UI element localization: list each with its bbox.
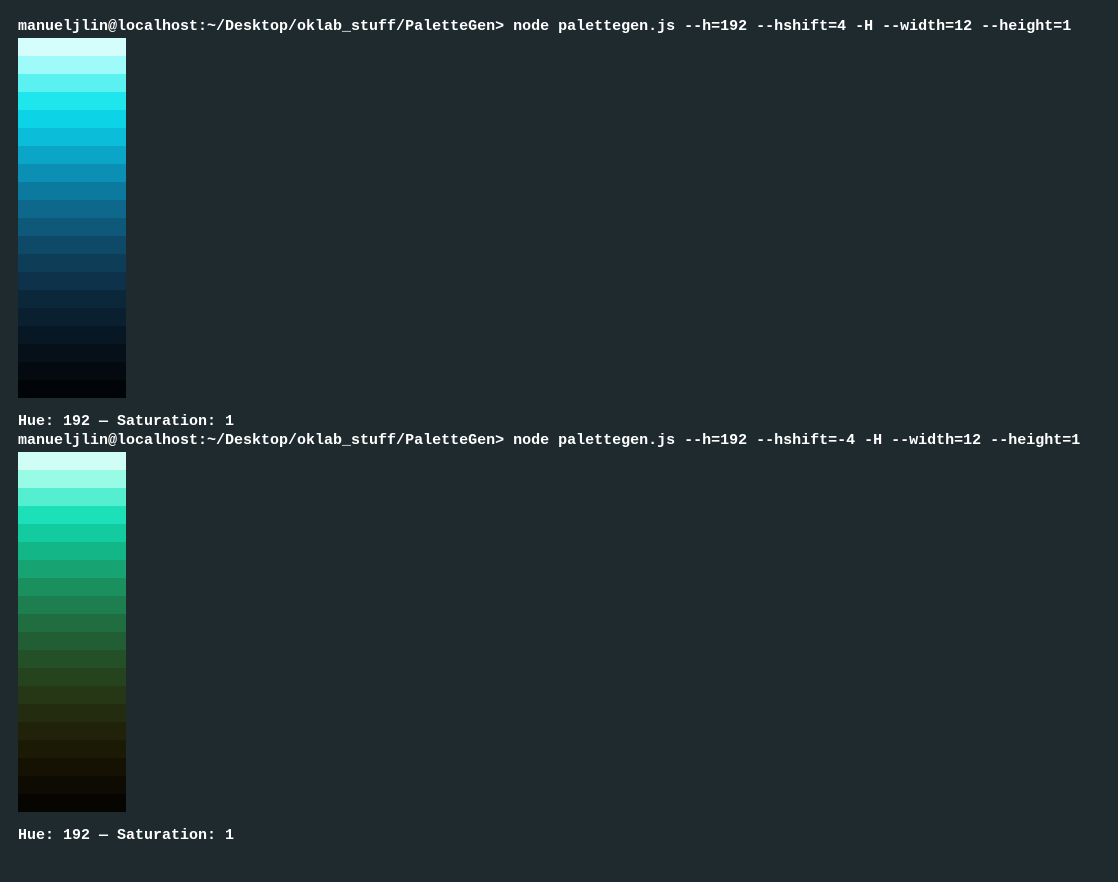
color-swatch <box>18 776 126 794</box>
command-text[interactable]: node palettegen.js --h=192 --hshift=-4 -… <box>513 432 1080 449</box>
color-swatch <box>18 254 126 272</box>
prompt-line: manueljlin@localhost:~/Desktop/oklab_stu… <box>18 432 1100 449</box>
color-swatch <box>18 380 126 398</box>
color-swatch <box>18 560 126 578</box>
color-swatch <box>18 326 126 344</box>
color-swatch <box>18 650 126 668</box>
color-swatch <box>18 92 126 110</box>
color-swatch <box>18 272 126 290</box>
color-swatch <box>18 182 126 200</box>
color-swatch <box>18 740 126 758</box>
color-swatch <box>18 74 126 92</box>
color-swatch <box>18 290 126 308</box>
color-swatch <box>18 794 126 812</box>
color-swatch <box>18 524 126 542</box>
prompt-line: manueljlin@localhost:~/Desktop/oklab_stu… <box>18 18 1100 35</box>
color-swatch <box>18 128 126 146</box>
color-swatch <box>18 38 126 56</box>
palette-info: Hue: 192 — Saturation: 1 <box>18 827 1100 844</box>
terminal-block: manueljlin@localhost:~/Desktop/oklab_stu… <box>18 18 1100 430</box>
color-swatch <box>18 308 126 326</box>
palette-info: Hue: 192 — Saturation: 1 <box>18 413 1100 430</box>
terminal-block: manueljlin@localhost:~/Desktop/oklab_stu… <box>18 432 1100 844</box>
color-swatch <box>18 614 126 632</box>
palette-output <box>18 38 126 398</box>
color-swatch <box>18 506 126 524</box>
color-swatch <box>18 488 126 506</box>
color-swatch <box>18 686 126 704</box>
color-swatch <box>18 200 126 218</box>
command-text[interactable]: node palettegen.js --h=192 --hshift=4 -H… <box>513 18 1071 35</box>
color-swatch <box>18 668 126 686</box>
shell-prompt: manueljlin@localhost:~/Desktop/oklab_stu… <box>18 432 504 449</box>
color-swatch <box>18 344 126 362</box>
color-swatch <box>18 110 126 128</box>
color-swatch <box>18 452 126 470</box>
color-swatch <box>18 542 126 560</box>
color-swatch <box>18 236 126 254</box>
color-swatch <box>18 164 126 182</box>
color-swatch <box>18 578 126 596</box>
color-swatch <box>18 722 126 740</box>
color-swatch <box>18 362 126 380</box>
color-swatch <box>18 56 126 74</box>
color-swatch <box>18 758 126 776</box>
color-swatch <box>18 218 126 236</box>
color-swatch <box>18 596 126 614</box>
color-swatch <box>18 704 126 722</box>
palette-output <box>18 452 126 812</box>
color-swatch <box>18 146 126 164</box>
shell-prompt: manueljlin@localhost:~/Desktop/oklab_stu… <box>18 18 504 35</box>
color-swatch <box>18 470 126 488</box>
color-swatch <box>18 632 126 650</box>
